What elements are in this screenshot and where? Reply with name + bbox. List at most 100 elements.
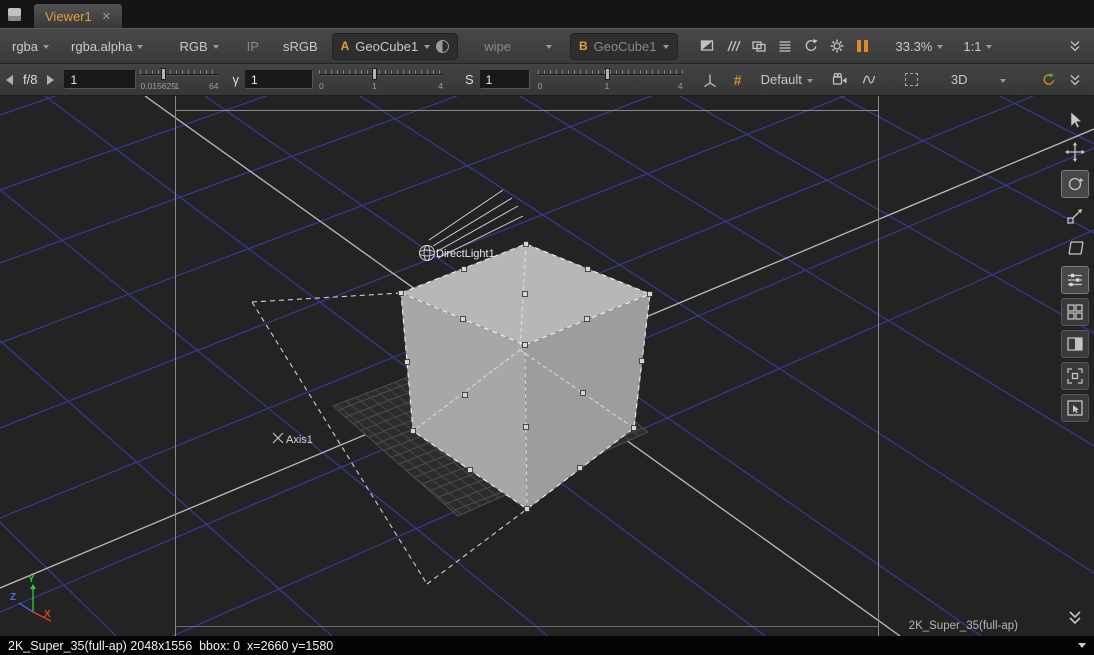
- viewer-toolbar-top: rgba rgba.alpha RGB IP sRGB A GeoCube1 w…: [0, 28, 1094, 64]
- roi-marquee-icon[interactable]: [899, 68, 925, 92]
- pan-zoom-box-icon[interactable]: [1061, 394, 1089, 422]
- viewer-colorspace-label: sRGB: [283, 39, 318, 54]
- grid-snap-icon[interactable]: #: [725, 68, 751, 92]
- wipe-mode-label: wipe: [484, 39, 511, 54]
- dropdown-arrow-icon: [137, 45, 143, 49]
- layers-list-icon[interactable]: [772, 34, 798, 58]
- pane-icon[interactable]: [8, 8, 21, 21]
- tab-bar: Viewer1 ✕: [0, 0, 1094, 28]
- viewer-controls-sliders-icon[interactable]: [1061, 266, 1089, 294]
- alpha-channel-label: rgba.alpha: [71, 39, 132, 54]
- saturation-slider[interactable]: 0 1 4: [538, 66, 683, 94]
- gain-min-label: 0.015625: [140, 81, 175, 91]
- wipe-stripes-icon[interactable]: [720, 34, 746, 58]
- input-a-letter: A: [341, 39, 350, 53]
- select-cursor-icon[interactable]: [1061, 106, 1089, 134]
- input-process-label: IP: [247, 39, 259, 54]
- dropdown-arrow-icon: [807, 79, 813, 83]
- input-a-value[interactable]: GeoCube1: [355, 39, 418, 54]
- tab-close-icon[interactable]: ✕: [102, 10, 111, 23]
- zoom-level-dropdown[interactable]: 33.3%: [890, 36, 950, 57]
- next-downrez-icon[interactable]: [47, 75, 54, 85]
- saturation-mid-label: 1: [605, 81, 610, 91]
- tab-title: Viewer1: [45, 9, 92, 24]
- dropdown-arrow-icon: [43, 45, 49, 49]
- gamma-mid-label: 1: [372, 81, 377, 91]
- saturation-value: 1: [486, 73, 493, 87]
- gain-max-label: 64: [209, 81, 218, 91]
- scene-svg: DirectLight1 Axis1 Y X Z 2K_Super_35(ful…: [0, 96, 1094, 636]
- gain-slider[interactable]: 0.015625 1 64: [140, 66, 218, 94]
- multiview-layout-icon[interactable]: [1061, 298, 1089, 326]
- prev-downrez-icon[interactable]: [6, 75, 13, 85]
- camera-icon[interactable]: [827, 68, 853, 92]
- split-view-icon[interactable]: [1061, 330, 1089, 358]
- saturation-min-label: 0: [538, 81, 543, 91]
- gamma-value: 1: [251, 73, 258, 87]
- channel-layer-dropdown[interactable]: rgba: [6, 36, 55, 57]
- input-b-value[interactable]: GeoCube1: [594, 39, 657, 54]
- zoom-level-label: 33.3%: [896, 39, 933, 54]
- viewer-toolbar-bottom: f/8 1 0.015625 1 64 γ 1 0 1 4 S 1 0 1 4 …: [0, 64, 1094, 96]
- gnomon-y-label: Y: [28, 574, 35, 585]
- wipe-mode-dropdown[interactable]: wipe: [478, 36, 558, 57]
- tab-viewer1[interactable]: Viewer1 ✕: [33, 3, 123, 28]
- dropdown-arrow-icon: [424, 45, 430, 49]
- input-a-group[interactable]: A GeoCube1: [332, 33, 459, 60]
- dropdown-arrow-icon: [937, 45, 943, 49]
- display-style-dropdown[interactable]: RGB: [173, 36, 224, 57]
- view-mode-dropdown[interactable]: 3D: [945, 69, 1013, 90]
- downrez-label: f/8: [23, 72, 37, 87]
- frame-selection-icon[interactable]: [1061, 362, 1089, 390]
- display-window-icon[interactable]: [694, 34, 720, 58]
- float-window-icon[interactable]: [746, 34, 772, 58]
- gamma-min-label: 0: [319, 81, 324, 91]
- translate-tool-icon[interactable]: [1061, 138, 1089, 166]
- pause-icon[interactable]: [850, 34, 876, 58]
- wipe-blend-toggle-icon[interactable]: [436, 40, 449, 53]
- gamma-slider[interactable]: 0 1 4: [319, 66, 443, 94]
- display-style-label: RGB: [179, 39, 207, 54]
- direct-light-label: DirectLight1: [436, 248, 495, 260]
- gnomon-z-label: Z: [10, 592, 16, 603]
- axis1-label: Axis1: [286, 434, 313, 446]
- input-process-toggle[interactable]: IP: [241, 36, 265, 57]
- statusbar-dropdown-icon[interactable]: [1078, 643, 1086, 648]
- refresh-icon[interactable]: [798, 34, 824, 58]
- saturation-letter: S: [465, 72, 474, 87]
- gnomon-x-label: X: [44, 609, 51, 620]
- gamma-handle[interactable]: [372, 68, 377, 80]
- format-label: 2K_Super_35(full-ap): [909, 620, 1018, 632]
- channel-layer-label: rgba: [12, 39, 38, 54]
- input-b-group[interactable]: B GeoCube1: [570, 33, 678, 60]
- saturation-track: [538, 74, 683, 76]
- dropdown-arrow-icon: [663, 45, 669, 49]
- toolbar1-overflow-chevron-icon[interactable]: [1062, 34, 1088, 58]
- viewer-side-toolbar: [1058, 106, 1092, 632]
- input-b-letter: B: [579, 39, 588, 53]
- toolbar2-overflow-chevron-icon[interactable]: [1062, 68, 1088, 92]
- axis-tripod-icon[interactable]: [697, 68, 723, 92]
- skew-tool-icon[interactable]: [1061, 234, 1089, 262]
- rotate-tool-icon[interactable]: [1061, 170, 1089, 198]
- viewport-3d[interactable]: DirectLight1 Axis1 Y X Z 2K_Super_35(ful…: [0, 96, 1094, 636]
- dropdown-arrow-icon: [546, 45, 552, 49]
- stereo-mode-dropdown[interactable]: Default: [755, 69, 819, 90]
- viewer-colorspace-dropdown[interactable]: sRGB: [277, 36, 324, 57]
- gamma-input[interactable]: 1: [245, 70, 313, 89]
- settings-gear-icon[interactable]: [824, 34, 850, 58]
- gain-handle[interactable]: [161, 68, 166, 80]
- curve-wave-icon[interactable]: [857, 68, 883, 92]
- saturation-input[interactable]: 1: [480, 70, 530, 89]
- gamma-track: [319, 74, 443, 76]
- gain-input[interactable]: 1: [64, 70, 136, 89]
- scale-tool-icon[interactable]: [1061, 202, 1089, 230]
- dropdown-arrow-icon: [1000, 79, 1006, 83]
- gamma-letter: γ: [232, 72, 239, 87]
- sidebar-overflow-chevron-icon[interactable]: [1061, 604, 1089, 632]
- view-mode-label: 3D: [951, 72, 968, 87]
- render-update-icon[interactable]: [1034, 68, 1060, 92]
- proxy-scale-dropdown[interactable]: 1:1: [957, 36, 998, 57]
- saturation-handle[interactable]: [605, 68, 610, 80]
- alpha-channel-dropdown[interactable]: rgba.alpha: [65, 36, 149, 57]
